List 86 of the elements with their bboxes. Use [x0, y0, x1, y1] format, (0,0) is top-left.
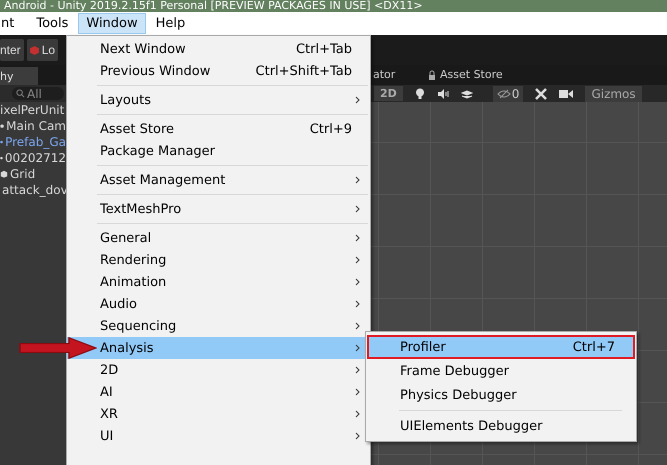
menu-item[interactable]: Previous Window Ctrl+Shift+Tab — [67, 60, 370, 82]
chevron-right-icon — [355, 234, 360, 242]
hierarchy-item[interactable]: Main Cam — [0, 118, 66, 134]
chevron-right-icon — [355, 344, 360, 352]
hierarchy-item[interactable]: Prefab_Ga — [0, 134, 66, 150]
menu-item[interactable]: XR — [67, 403, 370, 425]
menu-item-label: UI — [100, 428, 114, 444]
menu-item[interactable]: Sequencing — [67, 315, 370, 337]
menu-item[interactable]: Layouts — [67, 89, 370, 111]
chevron-right-icon — [355, 205, 360, 213]
panel-tab[interactable]: ator — [373, 68, 396, 81]
menu-item-label: Package Manager — [100, 144, 216, 158]
hierarchy-item[interactable]: Grid — [0, 166, 66, 182]
hierarchy-item[interactable]: ixelPerUnit — [0, 102, 66, 118]
shortcut-label: Ctrl+9 — [310, 122, 353, 136]
panel-tab[interactable]: Asset Store — [428, 68, 503, 81]
menu-item-label: AI — [100, 384, 113, 400]
menu-item-label: 2D — [100, 362, 118, 378]
light-bulb-icon[interactable] — [414, 88, 425, 100]
menu-item-label: General — [100, 230, 152, 246]
menu-item[interactable]: Rendering — [67, 249, 370, 271]
speaker-icon[interactable] — [436, 88, 449, 98]
toolbar-button[interactable]: nter — [0, 39, 24, 61]
menu-item-label: Frame Debugger — [400, 364, 509, 378]
layers-icon[interactable] — [460, 88, 473, 98]
menu-item-label: Physics Debugger — [400, 388, 517, 402]
menu-item-label: Animation — [100, 274, 166, 290]
mode-2d-button[interactable]: 2D — [374, 86, 403, 101]
menu-item-label: Rendering — [100, 252, 166, 268]
chevron-right-icon — [355, 388, 360, 396]
menu-bar-item[interactable]: Window — [78, 13, 146, 34]
chevron-right-icon — [355, 432, 360, 440]
menu-item-label: Asset Management — [100, 172, 226, 188]
panel-tab[interactable]: hy — [0, 67, 38, 85]
hidden-eye-icon — [496, 88, 511, 98]
window-title: Android - Unity 2019.2.15f1 Personal [PREVIEW PACKAGES IN USE] <DX11> — [3, 0, 424, 11]
chevron-right-icon — [355, 300, 360, 308]
hierarchy-item[interactable]: 00202712 — [0, 150, 66, 166]
shortcut-label: Ctrl+Tab — [296, 42, 353, 56]
search-field[interactable]: All — [12, 87, 64, 100]
menu-item[interactable]: Physics Debugger — [367, 383, 635, 407]
menu-bar-item[interactable]: nt — [0, 13, 22, 34]
menu-item-label: Previous Window — [100, 64, 210, 78]
menu-item-label: Sequencing — [100, 318, 176, 334]
menu-item-label: UIElements Debugger — [400, 418, 542, 434]
menu-item[interactable]: Package Manager — [67, 140, 370, 162]
chevron-right-icon — [355, 96, 360, 104]
menu-item[interactable]: Frame Debugger — [367, 359, 635, 383]
menu-item[interactable]: TextMeshPro — [67, 198, 370, 220]
hidden-objects-toggle[interactable]: 0 — [492, 86, 524, 102]
menu-item[interactable]: Profiler Ctrl+7 — [367, 335, 635, 359]
menu-item[interactable]: Audio — [67, 293, 370, 315]
gizmos-dropdown[interactable]: Gizmos — [585, 86, 642, 102]
menu-item[interactable]: Animation — [67, 271, 370, 293]
menu-item-label: XR — [100, 406, 118, 422]
menu-item[interactable]: Asset Store Ctrl+9 — [67, 118, 370, 140]
hierarchy-item[interactable]: attack_dov — [0, 182, 66, 198]
chevron-right-icon — [355, 176, 360, 184]
menu-item-label: Audio — [100, 296, 137, 312]
camera-icon[interactable] — [559, 88, 574, 98]
menu-item[interactable]: 2D — [67, 359, 370, 381]
chevron-right-icon — [355, 366, 360, 374]
menu-bar-item[interactable]: Help — [148, 13, 194, 34]
menu-item-label: Next Window — [100, 42, 186, 56]
menu-item[interactable]: UI — [67, 425, 370, 447]
toolbar-button[interactable]: Lo — [26, 39, 58, 61]
lock-icon — [428, 70, 436, 80]
menu-item[interactable]: UIElements Debugger — [367, 414, 635, 438]
menu-item-label: Analysis — [100, 340, 154, 356]
chevron-right-icon — [355, 410, 360, 418]
cube-icon — [28, 44, 40, 56]
shortcut-label: Ctrl+7 — [572, 340, 616, 354]
chevron-right-icon — [355, 256, 360, 264]
menu-bar-item[interactable]: Tools — [28, 13, 76, 34]
menu-item[interactable]: AI — [67, 381, 370, 403]
chevron-right-icon — [355, 278, 360, 286]
chevron-right-icon — [355, 322, 360, 330]
menu-item-label: Asset Store — [100, 122, 174, 136]
shortcut-label: Ctrl+Shift+Tab — [256, 64, 353, 78]
menu-item[interactable]: Asset Management — [67, 169, 370, 191]
menu-item-label: TextMeshPro — [100, 202, 182, 216]
search-icon — [16, 89, 25, 98]
menu-item-label: Layouts — [100, 92, 151, 108]
menu-item[interactable]: General — [67, 227, 370, 249]
menu-item-label: Profiler — [400, 340, 446, 354]
menu-item[interactable]: Next Window Ctrl+Tab — [67, 38, 370, 60]
